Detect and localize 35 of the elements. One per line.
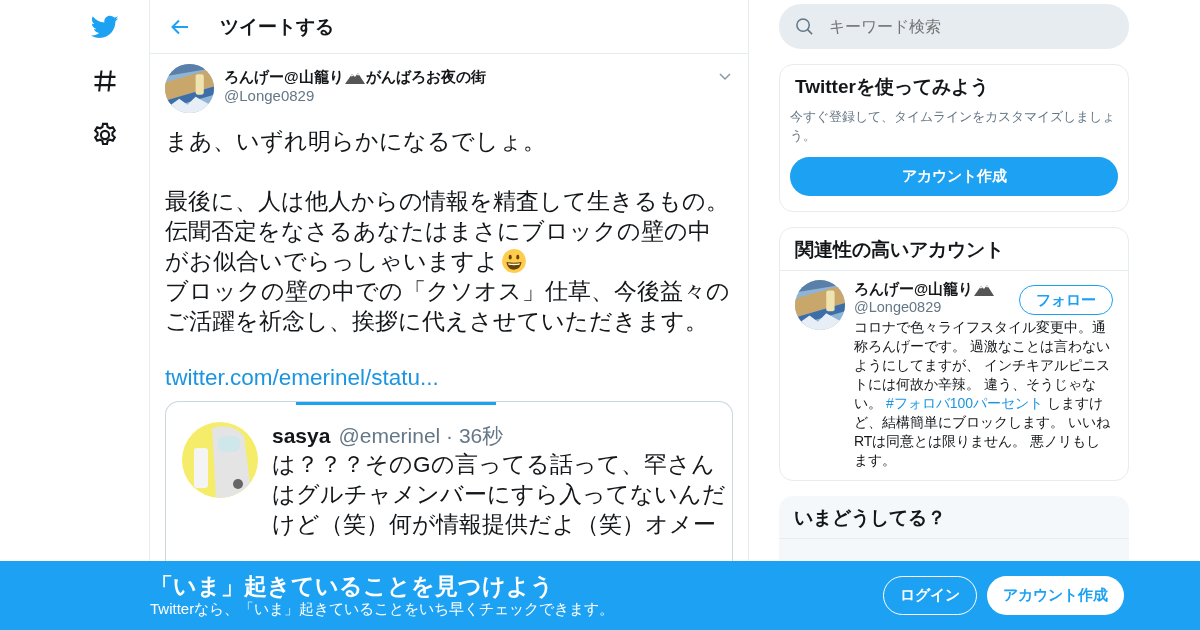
tweet-text: 伝聞否定をなさるあなたはまさにブロックの壁の中 [165,218,712,246]
card-title: 関連性の高いアカウント [780,228,1128,271]
card-title: Twitterを使ってみよう [794,75,990,99]
follow-button[interactable]: フォロー [1019,285,1113,315]
tweet-text: はグルチャメンバーにすら入ってないんだ [272,481,726,509]
mountain-icon [344,71,365,84]
page-title: ツイートする [220,14,334,39]
tweet-text: まあ、いずれ明らかになるでしょ。 [165,128,547,156]
signup-button[interactable]: アカウント作成 [987,576,1124,615]
tweet-link[interactable]: twitter.com/emerinel/statu... [165,365,439,391]
user-bio: コロナで色々ライフスタイル変更中。通称ろんげーです。 過激なことは言わないようにしてますが、 インチキアルピニストには何故か辛辣。 違う、そうじゃない。 #フォロバ100パーセント しますけど、結構簡単にブロックします。 いいねRTは同意とは限りません。 悪ノリもします。 [854,318,1111,470]
search-field[interactable]: キーワード検索 [779,4,1129,49]
tweet-screenshot[interactable]: sasya @emerinel · 36秒 は？？？そのGの言ってる話って、罕さん はグルチャメンバーにすら入ってないんだ けど（笑）何が情報提供だよ（笑）オメー [165,401,733,561]
tweet-text: けど（笑）何が情報提供だよ（笑）オメー [272,511,717,539]
user-name[interactable]: ろんげー@山籠り [224,68,344,87]
user-name[interactable]: がんばろお夜の街 [365,68,486,87]
card-title: いまどうしてる？ [779,496,1129,539]
user-handle: @emerinel · 36秒 [338,423,504,449]
hashtag-link[interactable]: #フォロバ100パーセント [885,395,1044,411]
banner-title: 「いま」起きていることを見つけよう [150,572,555,600]
banner-subtitle: Twitterなら、「いま」起きていることをいち早くチェックできます。 [150,600,616,619]
tweet-text: がお似合いでらっしゃいますよ [165,247,733,277]
signup-button[interactable]: アカウント作成 [790,157,1118,196]
card-text: 今すぐ登録して、タイムラインをカスタマイズしましょう。 [789,108,1116,145]
tweet-text: は？？？そのGの言ってる話って、罕さん [272,451,716,479]
bird-icon[interactable] [91,13,119,41]
user-handle[interactable]: @Longe0829 [854,299,995,315]
tweet-text: ご活躍を祈念し、挨拶に代えさせていただきます。 [165,308,709,336]
mountain-icon [974,283,995,296]
search-icon [795,17,814,36]
user-name[interactable]: ろんげー@山籠り [854,280,974,299]
tweet-text: 最後に、人は他人からの情報を精査して生きるもの。 [165,188,730,216]
user-name: sasya [272,424,331,448]
user-handle[interactable]: @Longe0829 [224,87,707,104]
tweet-text: ブロックの壁の中での「クソオス」仕草、今後益々の [165,278,731,306]
